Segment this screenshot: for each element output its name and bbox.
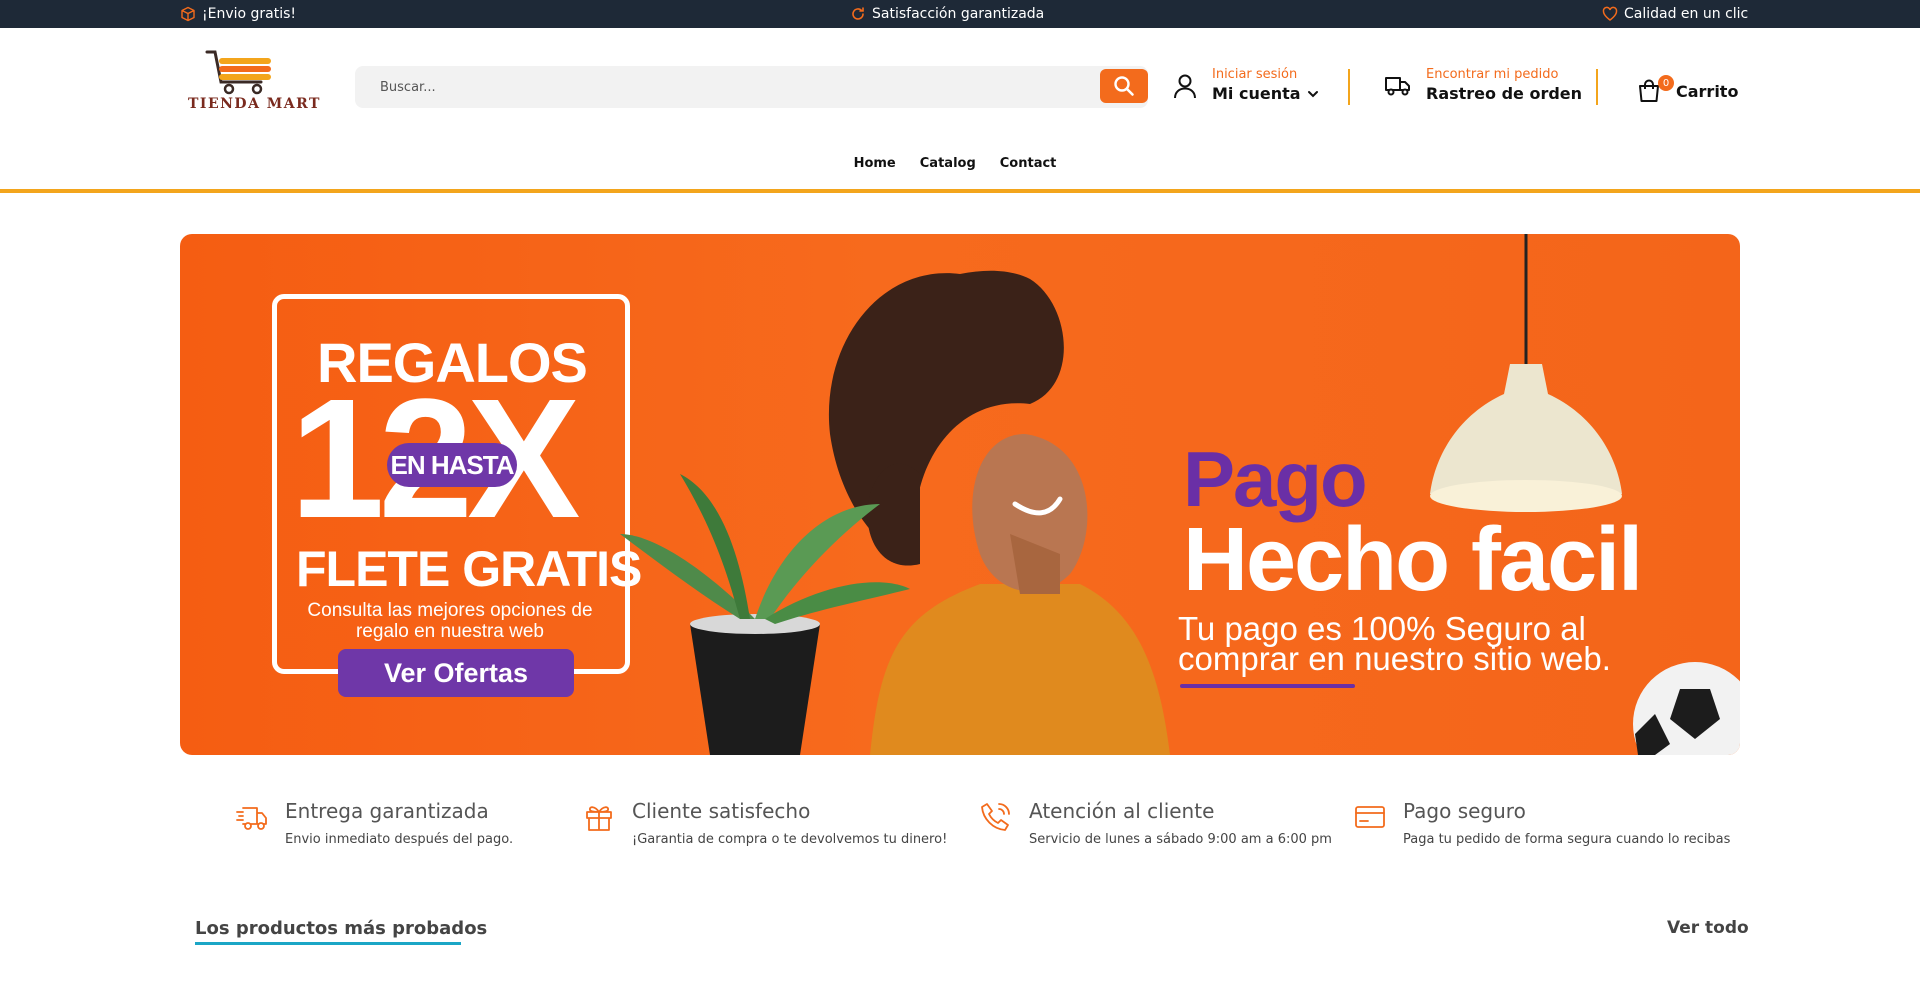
heart-icon — [1602, 6, 1618, 21]
hero-underline — [1180, 684, 1355, 688]
find-order-label: Encontrar mi pedido — [1426, 67, 1559, 82]
free-shipping-notice: ¡Envio gratis! — [180, 0, 296, 28]
gift-box-icon — [586, 806, 612, 831]
search-icon — [1114, 76, 1134, 96]
hero-tagline-line-2: comprar en nuestro sitio web. — [1178, 640, 1611, 677]
see-all-link[interactable]: Ver todo — [1667, 918, 1749, 938]
quality-notice: Calidad en un clic — [1602, 0, 1748, 28]
credit-card-icon — [1355, 806, 1385, 828]
feature-delivery: Entrega garantizada Envio inmediato desp… — [235, 798, 513, 847]
feature-description: Servicio de lunes a sábado 9:00 am a 6:0… — [1029, 832, 1332, 847]
header-divider — [1348, 69, 1350, 105]
login-label: Iniciar sesión — [1212, 67, 1298, 82]
feature-support: Atención al cliente Servicio de lunes a … — [979, 798, 1332, 847]
cart-button[interactable]: 0 Carrito — [1636, 75, 1739, 104]
order-tracking-link[interactable]: Encontrar mi pedido Rastreo de orden — [1384, 64, 1582, 108]
hero-hecho-facil: Hecho facil — [1183, 510, 1643, 610]
free-shipping-text: ¡Envio gratis! — [202, 6, 297, 22]
fast-delivery-icon — [236, 807, 267, 830]
header-divider — [1596, 69, 1598, 105]
feature-description: Envio inmediato después del pago. — [285, 832, 514, 847]
hero-tagline: Tu pago es 100% Seguro al comprar en nue… — [1178, 612, 1611, 677]
feature-satisfaction: Cliente satisfecho ¡Garantia de compra o… — [582, 798, 947, 847]
search-input[interactable] — [355, 66, 1100, 108]
feature-payment: Pago seguro Paga tu pedido de forma segu… — [1353, 798, 1730, 847]
account-menu[interactable]: Iniciar sesión Mi cuenta — [1172, 64, 1319, 108]
feature-description: ¡Garantia de compra o te devolvemos tu d… — [632, 832, 948, 847]
store-name: TIENDA MART — [188, 96, 321, 112]
announcement-bar: ¡Envio gratis! Satisfacción garantizada … — [0, 0, 1920, 28]
nav-contact[interactable]: Contact — [1000, 156, 1057, 180]
main-navigation: Home Catalog Contact — [0, 156, 1920, 180]
feature-description: Paga tu pedido de forma segura cuando lo… — [1403, 832, 1731, 847]
user-icon — [1174, 74, 1196, 99]
chevron-down-icon — [1307, 91, 1318, 98]
search-button[interactable] — [1100, 69, 1148, 103]
cart-label: Carrito — [1676, 81, 1739, 101]
refresh-icon — [852, 7, 864, 20]
feature-title: Atención al cliente — [1029, 799, 1215, 823]
cart-count-badge: 0 — [1658, 75, 1674, 91]
section-title: Los productos más probados — [195, 918, 488, 939]
satisfaction-notice: Satisfacción garantizada — [850, 0, 1044, 28]
order-tracking-label: Rastreo de orden — [1426, 84, 1583, 103]
nav-home[interactable]: Home — [854, 156, 896, 180]
phone-call-icon — [981, 803, 1010, 831]
hero-banner[interactable]: REGALOS 12X EN HASTA FLETE GRATIS Consul… — [180, 234, 1740, 755]
satisfaction-text: Satisfacción garantizada — [872, 6, 1045, 22]
nav-catalog[interactable]: Catalog — [920, 156, 976, 180]
feature-title: Pago seguro — [1403, 799, 1526, 823]
account-label: Mi cuenta — [1212, 84, 1301, 103]
feature-title: Entrega garantizada — [285, 799, 489, 823]
header-rule — [0, 189, 1920, 193]
section-title-underline — [195, 942, 461, 945]
package-icon — [181, 6, 195, 22]
feature-title: Cliente satisfecho — [632, 799, 811, 823]
search-bar — [355, 66, 1148, 108]
shopping-cart-logo-icon — [205, 50, 271, 95]
delivery-truck-icon — [1385, 77, 1410, 96]
quality-text: Calidad en un clic — [1624, 6, 1749, 22]
